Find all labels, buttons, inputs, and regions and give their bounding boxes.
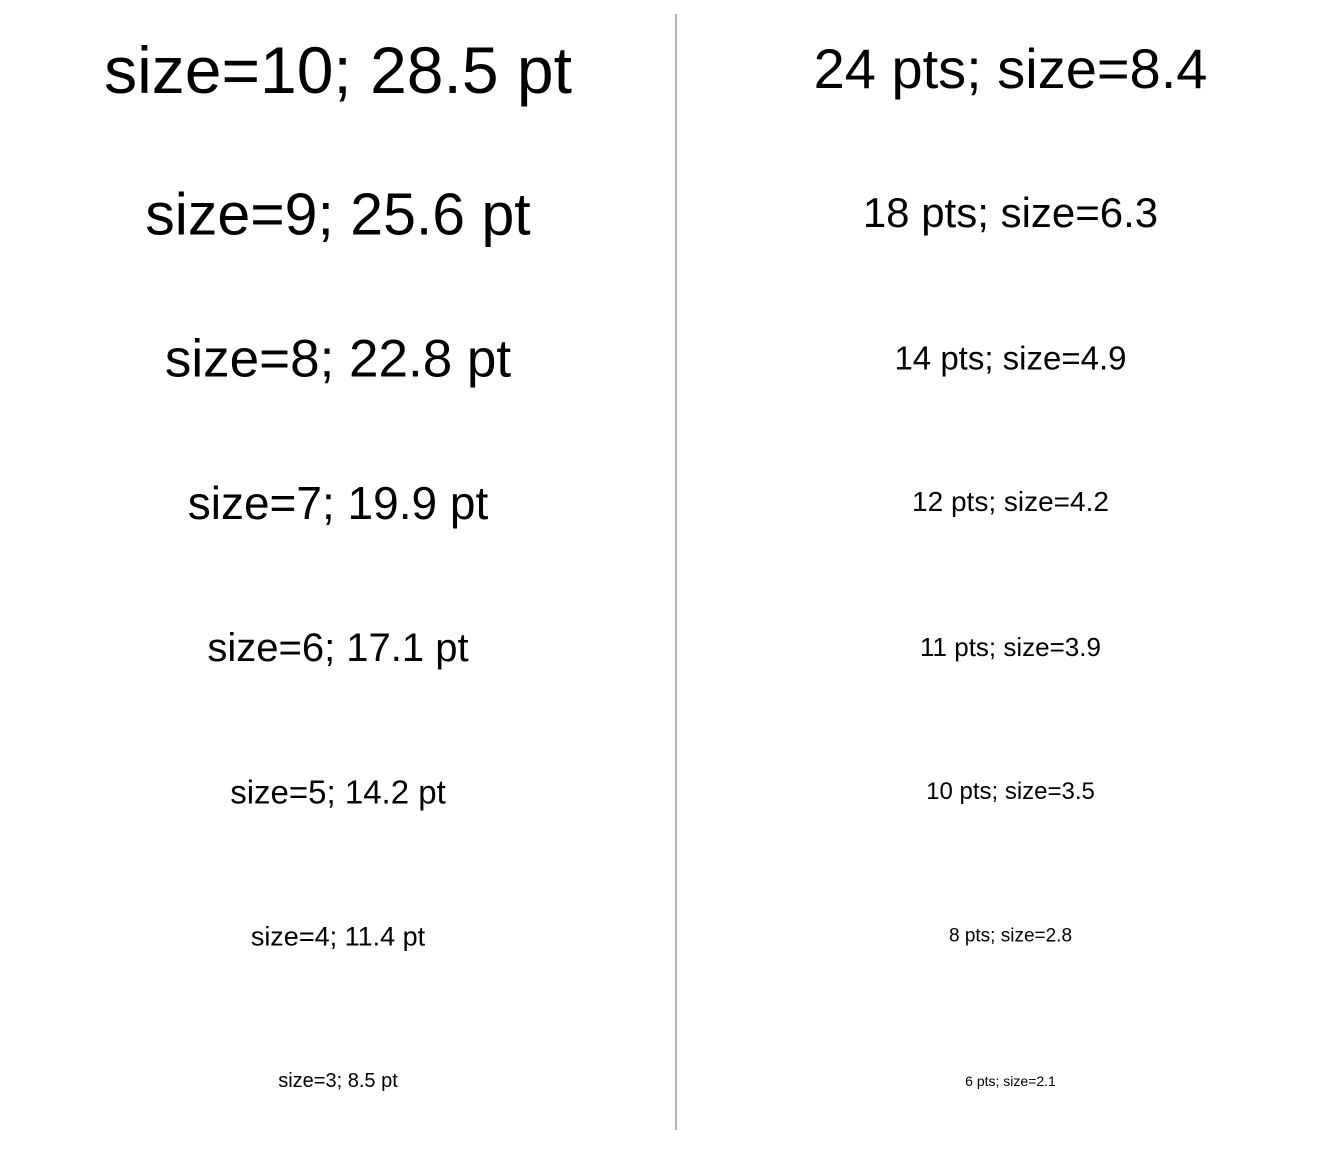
left-column-size-samples: size=10; 28.5 pt size=9; 25.6 pt size=8;… bbox=[0, 0, 676, 1152]
point-sample-label: 24 pts; size=8.4 bbox=[813, 37, 1208, 100]
right-column-point-samples: 24 pts; size=8.4 18 pts; size=6.3 14 pts… bbox=[677, 0, 1344, 1152]
point-sample-label: 12 pts; size=4.2 bbox=[912, 486, 1109, 517]
point-sample-label: 11 pts; size=3.9 bbox=[920, 632, 1101, 662]
size-sample-label: size=9; 25.6 pt bbox=[145, 181, 531, 248]
point-sample-label: 18 pts; size=6.3 bbox=[862, 189, 1159, 236]
size-sample-label: size=10; 28.5 pt bbox=[104, 33, 572, 107]
size-sample-label: size=7; 19.9 pt bbox=[187, 477, 489, 529]
size-sample-label: size=6; 17.1 pt bbox=[207, 626, 469, 670]
point-sample-label: 14 pts; size=4.9 bbox=[894, 339, 1127, 377]
size-sample-label: size=3; 8.5 pt bbox=[278, 1070, 398, 1092]
size-sample-label: size=8; 22.8 pt bbox=[164, 329, 512, 389]
size-sample-label: size=5; 14.2 pt bbox=[230, 773, 446, 811]
point-sample-label: 10 pts; size=3.5 bbox=[926, 778, 1095, 805]
point-sample-label: 6 pts; size=2.1 bbox=[965, 1073, 1056, 1089]
size-sample-label: size=4; 11.4 pt bbox=[250, 921, 426, 952]
point-sample-label: 8 pts; size=2.8 bbox=[948, 925, 1073, 947]
